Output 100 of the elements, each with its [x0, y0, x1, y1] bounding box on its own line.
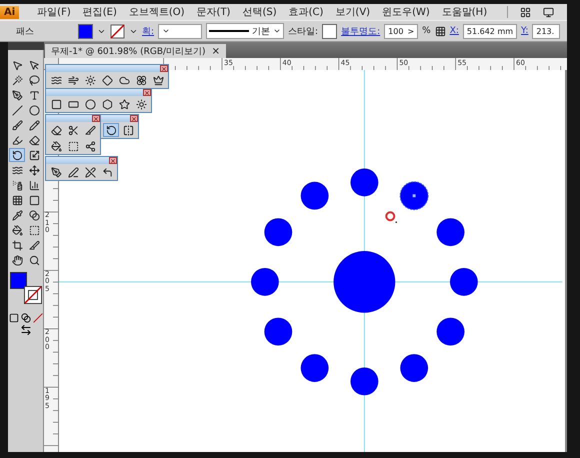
stroke-style-text: 기본	[252, 26, 270, 38]
document-title: 무제-1* @ 601.98% (RGB/미리보기)	[51, 46, 206, 58]
stroke-none-swatch[interactable]	[24, 286, 42, 304]
reflect-icon	[122, 124, 134, 136]
small-circle	[300, 354, 329, 382]
wind-icon	[68, 74, 78, 86]
menu-item[interactable]: 문자(T)	[196, 5, 230, 19]
menu-item[interactable]: 오브젝트(O)	[128, 5, 185, 19]
ellipse-icon	[28, 104, 40, 116]
small-circle	[300, 182, 329, 210]
cloud-icon	[118, 74, 130, 86]
lasso-icon	[28, 74, 40, 86]
large-circle	[334, 251, 396, 313]
pointer-icon	[28, 60, 40, 70]
style-swatch[interactable]	[322, 24, 338, 38]
small-circle	[436, 318, 464, 346]
crop-icon	[12, 240, 22, 250]
eyedropper-icon	[12, 210, 22, 220]
fill-swatch[interactable]	[78, 24, 93, 38]
small-circle	[251, 268, 279, 296]
hand-icon	[12, 254, 22, 266]
nodes-icon	[84, 140, 96, 152]
dropdown-icon	[273, 27, 282, 35]
stroke-style-dropdown[interactable]: 기본	[206, 23, 284, 39]
knife-icon	[84, 124, 96, 136]
pen-off-icon	[84, 166, 96, 178]
arrow-cursor-icon	[12, 60, 22, 70]
small-circle	[350, 168, 378, 196]
grid-icon[interactable]	[434, 26, 446, 36]
close-panel-button[interactable]	[130, 115, 138, 122]
ellipse-icon	[84, 98, 96, 110]
small-circle	[264, 318, 292, 346]
rotate-icon	[106, 124, 116, 136]
pencil-icon	[28, 120, 40, 130]
line-icon	[12, 104, 22, 116]
small-circle	[350, 367, 378, 396]
scale-icon	[28, 150, 40, 160]
knife-icon	[28, 240, 40, 250]
close-tab-button[interactable]: ×	[212, 46, 220, 56]
rotate-cursor-icon	[385, 211, 398, 223]
stroke-line-icon	[209, 29, 250, 33]
close-panel-button[interactable]	[143, 89, 151, 96]
rectangle-icon	[50, 98, 62, 110]
type-icon	[28, 90, 40, 100]
menu-item[interactable]: 선택(S)	[242, 5, 277, 19]
crown-icon	[152, 74, 164, 86]
small-circle	[436, 218, 464, 246]
corner-arrow-icon	[102, 166, 112, 178]
wave-icon	[12, 164, 22, 176]
style-label: 스타일:	[288, 26, 318, 38]
small-circle	[400, 354, 428, 382]
menu-item[interactable]: 효과(C)	[288, 5, 324, 19]
small-circle	[450, 268, 478, 296]
pen-line-icon	[68, 166, 78, 178]
move-icon	[28, 164, 40, 176]
tool-button[interactable]	[103, 123, 119, 137]
menu-item[interactable]: 편집(E)	[82, 5, 117, 19]
grid-icon	[12, 194, 22, 206]
close-panel-button[interactable]	[160, 65, 168, 72]
selection-label: 패스	[16, 26, 34, 38]
hexagon-icon	[102, 98, 112, 110]
menu-item[interactable]: 파일(F)	[37, 5, 71, 19]
close-panel-button[interactable]	[92, 115, 100, 122]
dropdown-icon	[162, 27, 170, 35]
fill-swatch[interactable]	[10, 272, 26, 289]
app-logo: Ai	[0, 6, 20, 18]
pen-icon	[50, 166, 62, 178]
y-link[interactable]: Y:	[521, 26, 528, 36]
stroke-none-swatch[interactable]	[110, 24, 125, 38]
paint-bucket-icon	[50, 140, 62, 152]
menu-item[interactable]: 윈도우(W)	[382, 5, 430, 19]
sun-icon	[84, 74, 96, 86]
scissors-icon	[68, 124, 78, 136]
opacity-field[interactable]: 100 >	[384, 24, 418, 38]
brush-icon	[12, 120, 22, 130]
stroke-link[interactable]: 획:	[142, 24, 154, 38]
star-icon	[118, 98, 130, 110]
menu-item[interactable]: 도움말(H)	[442, 5, 488, 19]
x-field[interactable]: 51.642 mm	[462, 24, 518, 38]
close-panel-button[interactable]	[109, 157, 117, 164]
bar-chart-icon	[28, 180, 40, 190]
wave-icon	[50, 74, 62, 86]
none-mode-icon[interactable]	[32, 313, 42, 323]
eraser-icon	[28, 134, 40, 146]
dashed-square-icon	[68, 140, 78, 152]
stroke-weight-field[interactable]	[158, 24, 202, 38]
marker-icon	[12, 134, 22, 146]
rotate-icon	[12, 150, 22, 160]
selected-circle	[400, 181, 429, 210]
x-link[interactable]: X:	[450, 26, 459, 36]
tool-button[interactable]	[9, 148, 25, 162]
document-tab[interactable]: 무제-1* @ 601.98% (RGB/미리보기) ×	[45, 44, 226, 58]
rounded-rectangle-icon	[68, 98, 78, 110]
paint-bucket-icon	[12, 224, 22, 236]
opacity-link[interactable]: 불투명도:	[341, 24, 380, 38]
menu-item[interactable]: 보기(V)	[335, 5, 370, 19]
eraser-icon	[50, 124, 62, 136]
percent-label: %	[422, 26, 431, 36]
zoom-icon	[28, 254, 40, 266]
y-field[interactable]: 213.	[532, 24, 560, 38]
